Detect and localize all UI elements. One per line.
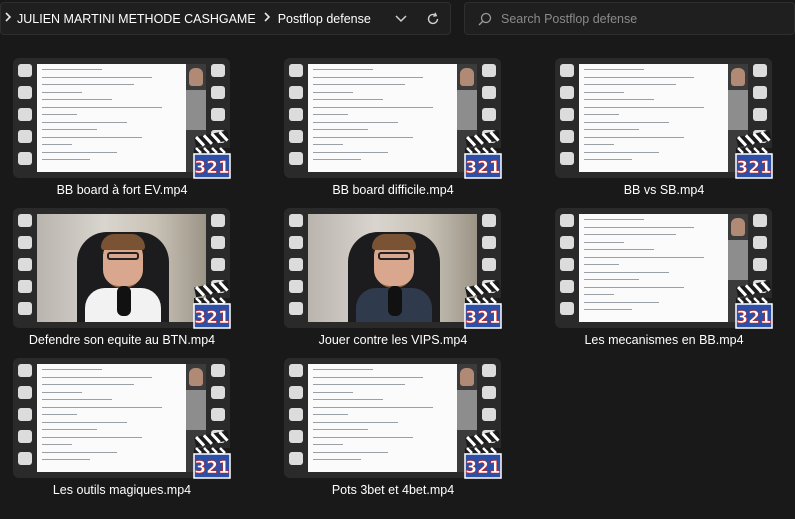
media-player-classic-badge-icon: 321 — [191, 278, 233, 330]
badge-text: 321 — [194, 458, 230, 478]
chevron-down-icon[interactable] — [386, 3, 416, 34]
media-player-classic-badge-icon: 321 — [733, 128, 775, 180]
file-item[interactable]: 321 Pots 3bet et 4bet.mp4 — [284, 358, 514, 498]
file-item[interactable]: 321 Les outils magiques.mp4 — [13, 358, 243, 498]
video-preview — [37, 214, 206, 322]
file-name: BB vs SB.mp4 — [623, 183, 705, 197]
breadcrumb-item-current[interactable]: Postflop defense — [278, 12, 371, 26]
file-item[interactable]: 321 BB board à fort EV.mp4 — [13, 58, 243, 198]
file-item[interactable]: 321 BB board difficile.mp4 — [284, 58, 514, 198]
media-player-classic-badge-icon: 321 — [191, 128, 233, 180]
video-preview — [308, 214, 477, 322]
file-item[interactable]: 321 Jouer contre les VIPS.mp4 — [284, 208, 514, 348]
media-player-classic-badge-icon: 321 — [462, 128, 504, 180]
chevron-right-icon[interactable] — [1, 12, 15, 25]
chevron-right-icon[interactable] — [260, 12, 274, 25]
video-preview — [579, 214, 748, 322]
file-item[interactable]: 321 Defendre son equite au BTN.mp4 — [13, 208, 243, 348]
media-player-classic-badge-icon: 321 — [462, 278, 504, 330]
refresh-icon[interactable] — [418, 3, 448, 34]
badge-text: 321 — [465, 458, 501, 478]
search-box[interactable] — [464, 2, 795, 35]
file-name: Jouer contre les VIPS.mp4 — [318, 333, 468, 347]
file-name: Les outils magiques.mp4 — [52, 483, 192, 497]
badge-text: 321 — [194, 158, 230, 178]
video-preview — [579, 64, 748, 172]
badge-text: 321 — [736, 158, 772, 178]
video-preview — [37, 364, 206, 472]
file-name: Pots 3bet et 4bet.mp4 — [331, 483, 455, 497]
badge-text: 321 — [465, 158, 501, 178]
breadcrumb-item-root[interactable]: JULIEN MARTINI METHODE CASHGAME — [17, 12, 256, 26]
file-name: Les mecanismes en BB.mp4 — [584, 333, 744, 347]
file-item[interactable]: 321 Les mecanismes en BB.mp4 — [555, 208, 785, 348]
toolbar: JULIEN MARTINI METHODE CASHGAME Postflop… — [0, 0, 795, 38]
file-name: Defendre son equite au BTN.mp4 — [28, 333, 216, 347]
video-preview — [308, 364, 477, 472]
video-preview — [37, 64, 206, 172]
file-name: BB board à fort EV.mp4 — [56, 183, 188, 197]
media-player-classic-badge-icon: 321 — [733, 278, 775, 330]
search-icon — [477, 11, 493, 27]
badge-text: 321 — [194, 308, 230, 328]
file-item[interactable]: 321 BB vs SB.mp4 — [555, 58, 785, 198]
badge-text: 321 — [465, 308, 501, 328]
search-input[interactable] — [501, 11, 781, 26]
badge-text: 321 — [736, 308, 772, 328]
video-preview — [308, 64, 477, 172]
address-bar[interactable]: JULIEN MARTINI METHODE CASHGAME Postflop… — [0, 2, 451, 35]
file-name: BB board difficile.mp4 — [332, 183, 454, 197]
media-player-classic-badge-icon: 321 — [462, 428, 504, 480]
media-player-classic-badge-icon: 321 — [191, 428, 233, 480]
